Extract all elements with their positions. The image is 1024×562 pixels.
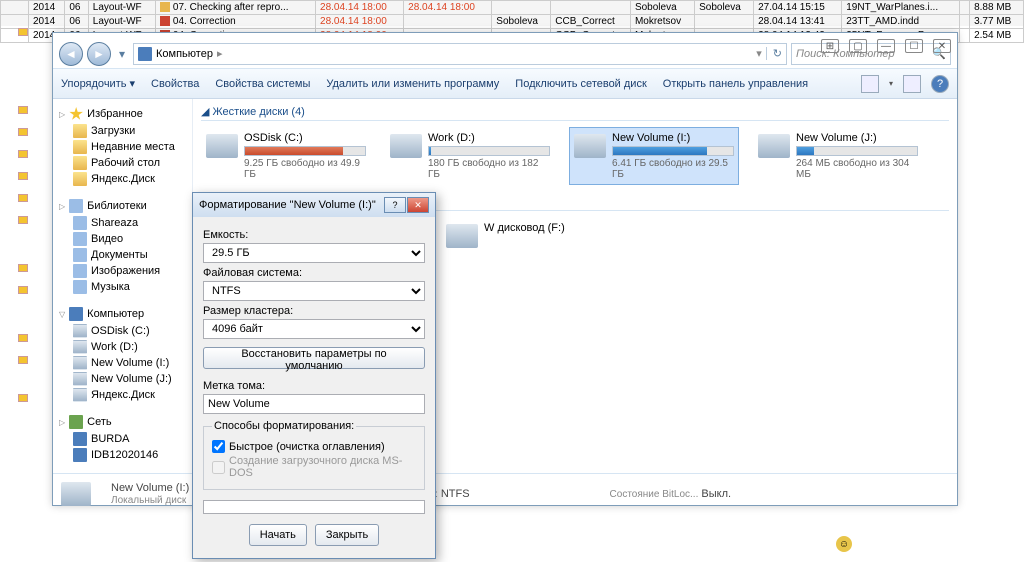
sidebar-item[interactable]: New Volume (J:) <box>53 371 192 387</box>
address-bar[interactable]: Компьютер ▸ ▾ ↻ <box>133 43 787 65</box>
quick-format-checkbox[interactable] <box>212 440 225 453</box>
uninstall-button[interactable]: Удалить или изменить программу <box>326 78 499 90</box>
sidebar-item[interactable]: Музыка <box>53 279 192 295</box>
volume-label-input[interactable] <box>203 394 425 414</box>
addr-dropdown-icon[interactable]: ▾ <box>756 47 762 60</box>
sidebar-item[interactable]: Яндекс.Диск <box>53 387 192 403</box>
sidebar-item[interactable]: Недавние места <box>53 139 192 155</box>
sidebar-item[interactable]: New Volume (I:) <box>53 355 192 371</box>
progress-bar <box>203 500 425 514</box>
sidebar-computer[interactable]: ▽Компьютер <box>53 305 192 323</box>
sidebar-item[interactable]: Shareaza <box>53 215 192 231</box>
sidebar-item[interactable]: Видео <box>53 231 192 247</box>
forward-button[interactable]: ► <box>87 42 111 66</box>
refresh-icon[interactable]: ↻ <box>766 47 782 60</box>
drive-removable[interactable]: W дисковод (F:) <box>441 217 611 253</box>
map-drive-button[interactable]: Подключить сетевой диск <box>515 78 646 90</box>
explorer-window: ⊞ ▢ — ☐ ✕ ◄ ► ▾ Компьютер ▸ ▾ ↻ Поиск: К… <box>52 32 958 506</box>
sys-properties-button[interactable]: Свойства системы <box>215 78 310 90</box>
view2-icon[interactable]: ▢ <box>849 39 867 53</box>
drive-item[interactable]: OSDisk (C:)9.25 ГБ свободно из 49.9 ГБ <box>201 127 371 185</box>
format-methods-group: Способы форматирования: Быстрое (очистка… <box>203 420 425 490</box>
filesystem-select[interactable]: NTFS <box>203 281 425 301</box>
volume-label-label: Метка тома: <box>203 380 425 392</box>
close-dialog-button[interactable]: Закрыть <box>315 524 379 546</box>
drive-item[interactable]: New Volume (I:)6.41 ГБ свободно из 29.5 … <box>569 127 739 185</box>
computer-icon <box>138 47 152 61</box>
close-button[interactable]: ✕ <box>933 39 951 53</box>
background-flags <box>18 28 43 416</box>
smiley-icon: ☺ <box>836 536 852 552</box>
sidebar-item[interactable]: BURDA <box>53 431 192 447</box>
sidebar-item[interactable]: Яндекс.Диск <box>53 171 192 187</box>
breadcrumb-sep: ▸ <box>217 47 223 60</box>
help-icon[interactable]: ? <box>931 75 949 93</box>
maximize-button[interactable]: ☐ <box>905 39 923 53</box>
start-button[interactable]: Начать <box>249 524 307 546</box>
drive-icon <box>574 134 606 158</box>
preview-pane-icon[interactable] <box>903 75 921 93</box>
background-table: 201406Layout-WF 07. Checking after repro… <box>0 0 1024 26</box>
sidebar-item[interactable]: Рабочий стол <box>53 155 192 171</box>
capacity-select[interactable]: 29.5 ГБ <box>203 243 425 263</box>
window-controls: ⊞ ▢ — ☐ ✕ <box>821 39 951 53</box>
sidebar-libraries[interactable]: ▷Библиотеки <box>53 197 192 215</box>
cluster-select[interactable]: 4096 байт <box>203 319 425 339</box>
sidebar-item[interactable]: OSDisk (C:) <box>53 323 192 339</box>
back-button[interactable]: ◄ <box>59 42 83 66</box>
sidebar: ▷Избранное ЗагрузкиНедавние местаРабочий… <box>53 99 193 473</box>
sidebar-item[interactable]: IDB12020146 <box>53 447 192 463</box>
drive-icon <box>206 134 238 158</box>
breadcrumb[interactable]: Компьютер <box>156 48 213 60</box>
cluster-label: Размер кластера: <box>203 305 425 317</box>
filesystem-label: Файловая система: <box>203 267 425 279</box>
drive-item[interactable]: Work (D:)180 ГБ свободно из 182 ГБ <box>385 127 555 185</box>
status-drive-icon <box>61 482 91 506</box>
drive-icon <box>390 134 422 158</box>
restore-defaults-button[interactable]: Восстановить параметры по умолчанию <box>203 347 425 369</box>
capacity-label: Емкость: <box>203 229 425 241</box>
minimize-button[interactable]: — <box>877 39 895 53</box>
dialog-close-button[interactable]: ✕ <box>407 197 429 213</box>
sidebar-network[interactable]: ▷Сеть <box>53 413 192 431</box>
sidebar-item[interactable]: Загрузки <box>53 123 192 139</box>
sidebar-item[interactable]: Изображения <box>53 263 192 279</box>
sidebar-item[interactable]: Work (D:) <box>53 339 192 355</box>
control-panel-button[interactable]: Открыть панель управления <box>663 78 808 90</box>
status-bar: New Volume (I:) Исп...Локальный диск Сво… <box>53 473 957 513</box>
history-dropdown[interactable]: ▾ <box>115 42 129 66</box>
toolbar: Упорядочить ▾ Свойства Свойства системы … <box>53 69 957 99</box>
dialog-titlebar[interactable]: Форматирование "New Volume (I:)" ? ✕ <box>193 193 435 217</box>
properties-button[interactable]: Свойства <box>151 78 199 90</box>
section-hdd[interactable]: ◢ Жесткие диски (4) <box>201 103 949 121</box>
msdos-boot-checkbox <box>212 461 225 474</box>
view-options-icon[interactable] <box>861 75 879 93</box>
organize-button[interactable]: Упорядочить ▾ <box>61 77 135 90</box>
drive-icon <box>758 134 790 158</box>
format-dialog: Форматирование "New Volume (I:)" ? ✕ Емк… <box>192 192 436 559</box>
sidebar-item[interactable]: Документы <box>53 247 192 263</box>
dvd-icon <box>446 224 478 248</box>
view-icon[interactable]: ⊞ <box>821 39 839 53</box>
dialog-help-button[interactable]: ? <box>384 197 406 213</box>
drive-item[interactable]: New Volume (J:)264 МБ свободно из 304 МБ <box>753 127 923 185</box>
sidebar-favorites[interactable]: ▷Избранное <box>53 105 192 123</box>
